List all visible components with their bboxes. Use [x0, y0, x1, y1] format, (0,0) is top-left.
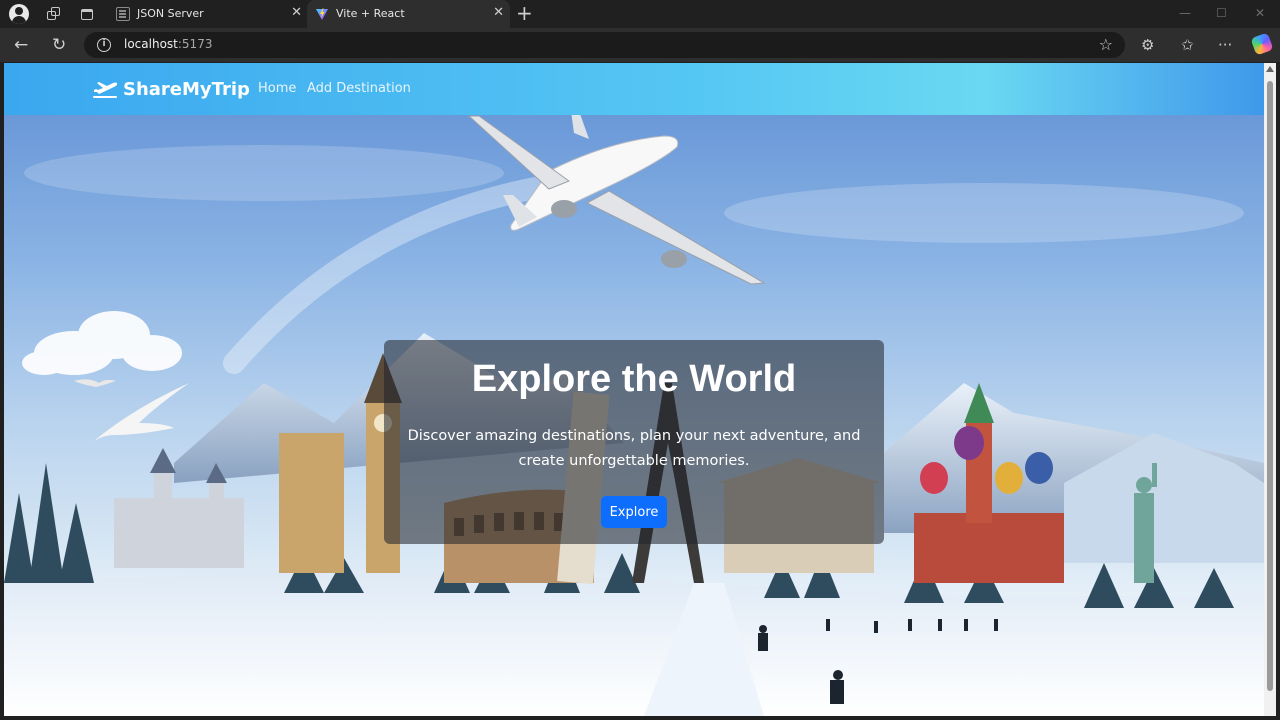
airplane [467, 111, 766, 285]
explore-button[interactable]: Explore [601, 496, 667, 528]
tab-json-server[interactable]: JSON Server ✕ [108, 0, 308, 28]
browser-tab-bar: JSON Server ✕ Vite + React ✕ + — ☐ ✕ [0, 0, 1280, 28]
page-viewport: ShareMyTrip Home Add Destination Explore… [4, 63, 1264, 716]
address-bar[interactable]: i localhost:5173 ☆ [84, 32, 1125, 58]
scroll-up-arrow-icon[interactable] [1266, 66, 1274, 72]
new-tab-button[interactable]: + [516, 3, 533, 23]
tab-actions-icon[interactable] [77, 4, 97, 24]
nav-link-home[interactable]: Home [258, 81, 296, 96]
close-tab-icon[interactable]: ✕ [493, 6, 504, 20]
scroll-thumb[interactable] [1267, 81, 1273, 691]
page-scrollbar[interactable] [1264, 63, 1276, 716]
document-icon [116, 7, 130, 21]
profile-icon[interactable] [9, 4, 29, 24]
reload-icon[interactable]: ↻ [52, 35, 66, 55]
brand-link[interactable]: ShareMyTrip [92, 75, 250, 103]
tab-vite-react[interactable]: Vite + React ✕ [307, 0, 510, 28]
favorites-icon[interactable]: ✩ [1181, 35, 1194, 55]
more-menu-icon[interactable]: ··· [1218, 35, 1232, 55]
workspaces-icon[interactable] [43, 4, 63, 24]
hero-title: Explore the World [471, 358, 797, 400]
close-tab-icon[interactable]: ✕ [291, 6, 302, 20]
browser-toolbar: ← ↻ i localhost:5173 ☆ ⚙ ✩ ··· [0, 28, 1280, 62]
hero-subtitle: Discover amazing destinations, plan your… [407, 428, 861, 469]
favorite-star-icon[interactable]: ☆ [1099, 35, 1113, 54]
seagull [74, 379, 189, 441]
extensions-icon[interactable]: ⚙ [1141, 35, 1154, 55]
site-info-icon[interactable]: i [97, 38, 111, 52]
nav-link-add-destination[interactable]: Add Destination [307, 81, 411, 96]
tab-title: Vite + React [336, 7, 405, 20]
cloud [22, 311, 182, 375]
hero-card: Explore the World Discover amazing desti… [384, 340, 884, 544]
brand-name: ShareMyTrip [123, 78, 250, 100]
maximize-button[interactable]: ☐ [1216, 6, 1227, 20]
close-window-button[interactable]: ✕ [1255, 6, 1265, 20]
tab-title: JSON Server [137, 7, 204, 20]
minimize-button[interactable]: — [1179, 6, 1191, 20]
statue-of-liberty [1134, 463, 1157, 583]
hero-section: ShareMyTrip Home Add Destination Explore… [4, 63, 1264, 716]
back-arrow-icon[interactable]: ← [14, 35, 28, 55]
url-text[interactable]: localhost:5173 [124, 37, 212, 51]
vite-logo-icon [316, 8, 328, 20]
navbar: ShareMyTrip Home Add Destination [4, 63, 1264, 115]
plane-logo-icon [93, 82, 118, 98]
